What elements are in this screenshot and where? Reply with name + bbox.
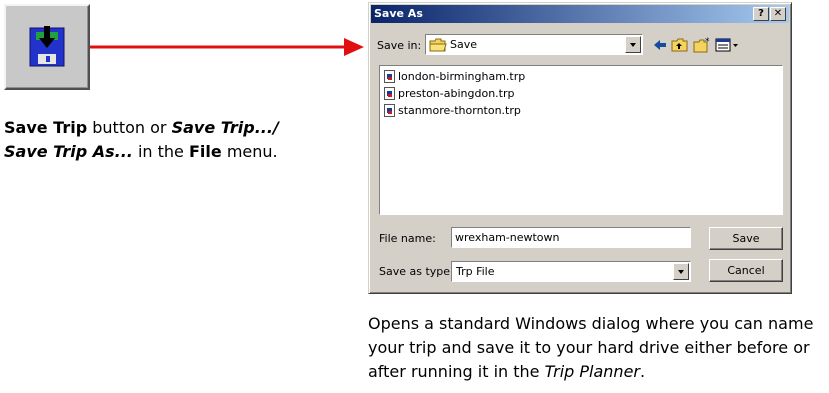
caption-text: in the xyxy=(132,142,189,161)
save-as-type-dropdown[interactable]: Trp File xyxy=(451,261,691,282)
new-folder-icon[interactable]: * xyxy=(693,37,711,53)
save-button[interactable]: Save xyxy=(709,227,783,250)
back-arrow-icon[interactable] xyxy=(651,37,669,53)
caption-bold-save-trip: Save Trip xyxy=(4,118,88,137)
save-trip-disk-icon xyxy=(29,26,65,67)
help-button[interactable]: ? xyxy=(753,7,769,21)
view-menu-icon[interactable] xyxy=(715,37,741,53)
dialog-title: Save As xyxy=(374,7,423,20)
save-in-value: Save xyxy=(450,38,478,51)
caption-text: button or xyxy=(87,118,172,137)
red-arrow xyxy=(90,38,364,56)
right-caption: Opens a standard Windows dialog where yo… xyxy=(368,312,829,384)
left-caption: Save Trip button or Save Trip.../ Save T… xyxy=(4,116,344,164)
save-as-type-value: Trp File xyxy=(456,265,495,278)
trp-file-icon xyxy=(384,70,395,83)
file-name-input[interactable]: wrexham-newtown xyxy=(451,227,691,248)
save-in-dropdown[interactable]: Save xyxy=(425,34,643,55)
up-folder-icon[interactable] xyxy=(671,37,689,53)
save-trip-button[interactable] xyxy=(4,4,90,90)
save-in-label: Save in: xyxy=(377,39,422,52)
save-as-type-label: Save as type: xyxy=(379,265,454,278)
trp-file-icon xyxy=(384,104,395,117)
file-name: preston-abingdon.trp xyxy=(398,87,515,100)
file-name: stanmore-thornton.trp xyxy=(398,104,521,117)
caption-bold-file: File xyxy=(188,142,222,161)
cancel-button[interactable]: Cancel xyxy=(709,259,783,282)
caption-trip-planner: Trip Planner xyxy=(544,362,640,381)
caption-menu-save-trip: Save Trip.../ xyxy=(171,118,279,137)
svg-text:*: * xyxy=(705,37,710,47)
file-name: london-birmingham.trp xyxy=(398,70,526,83)
folder-icon xyxy=(429,38,447,52)
trp-file-icon xyxy=(384,87,395,100)
caption-text: . xyxy=(640,362,646,381)
file-name-label: File name: xyxy=(379,232,436,245)
save-as-dialog: Save As ? ✕ Save in: Save * london-birmi… xyxy=(368,2,792,294)
chevron-down-icon[interactable] xyxy=(625,36,641,53)
chevron-down-icon[interactable] xyxy=(673,263,689,280)
caption-text: menu. xyxy=(221,142,278,161)
caption-menu-save-trip-as: Save Trip As... xyxy=(4,142,133,161)
file-list[interactable]: london-birmingham.trp preston-abingdon.t… xyxy=(379,65,783,215)
dialog-title-bar[interactable]: Save As ? ✕ xyxy=(371,5,789,23)
close-button[interactable]: ✕ xyxy=(770,7,786,21)
